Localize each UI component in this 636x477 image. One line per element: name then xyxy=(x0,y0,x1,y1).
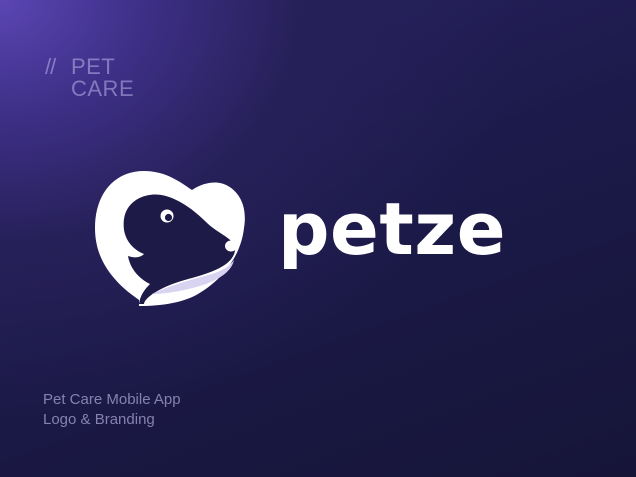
tagline-slashes: // xyxy=(45,54,56,79)
tagline-line-1: //PET xyxy=(45,56,134,78)
dog-head-heart-icon xyxy=(95,171,245,306)
caption-line-1: Pet Care Mobile App xyxy=(43,391,181,408)
category-tagline: //PET CARE xyxy=(45,56,134,100)
dog-nose-icon xyxy=(225,240,237,252)
project-caption: Pet Care Mobile App Logo & Branding xyxy=(43,390,181,430)
brand-showcase-canvas: //PET CARE petze Pet Care Mobile App Log… xyxy=(0,0,636,477)
caption-line-2: Logo & Branding xyxy=(43,411,155,428)
tagline-line-2: CARE xyxy=(71,76,135,101)
brand-wordmark: petze xyxy=(278,187,507,271)
dog-pupil-icon xyxy=(164,213,173,222)
